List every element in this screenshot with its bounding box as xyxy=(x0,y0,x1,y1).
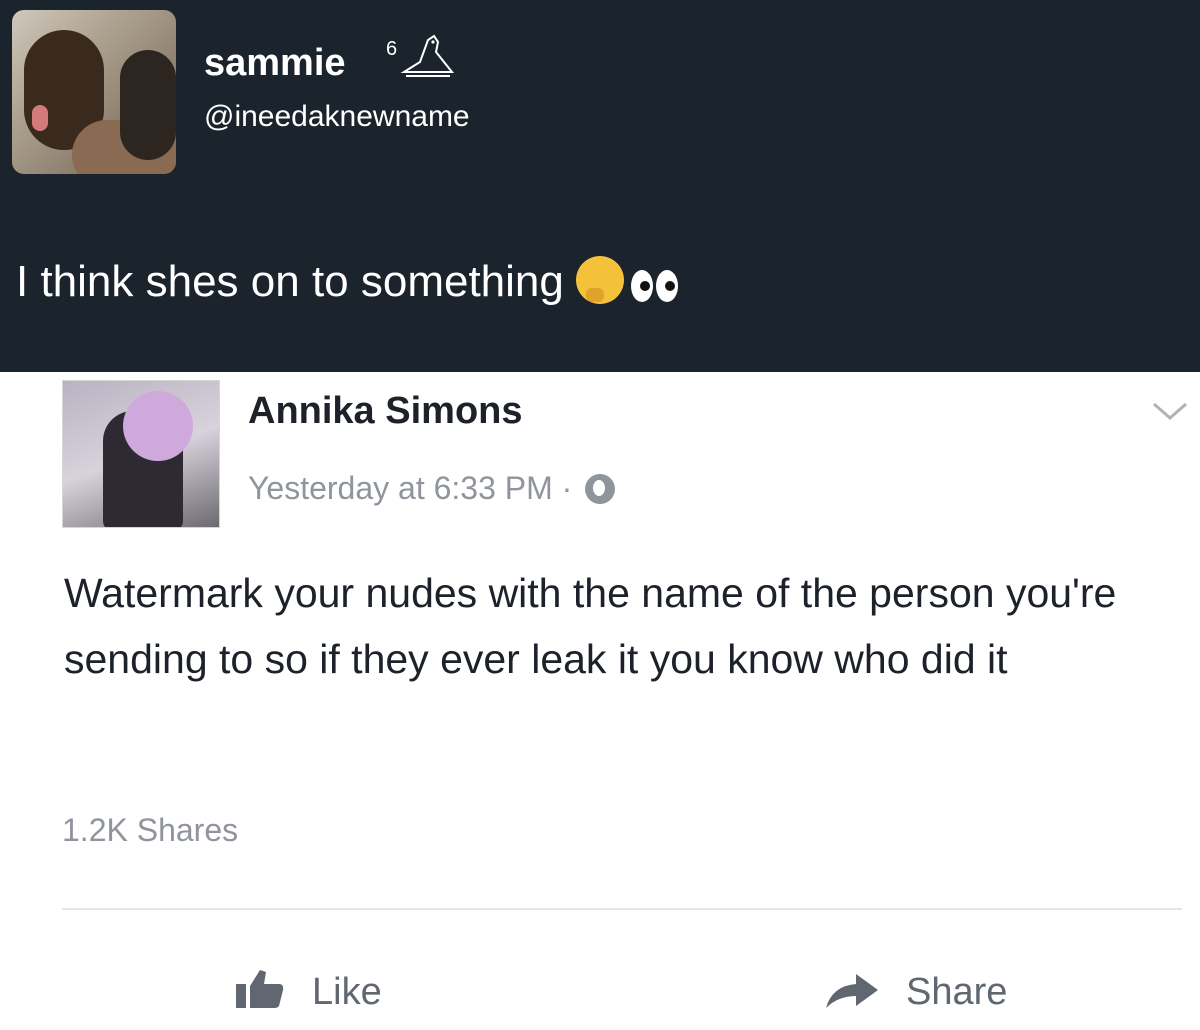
tweet-card: sammie 6 @ineedaknewname I think shes on… xyxy=(0,0,1200,372)
tweet-text-content: I think shes on to something xyxy=(16,257,564,306)
post-timestamp-text[interactable]: Yesterday at 6:33 PM · xyxy=(248,470,572,506)
chevron-down-icon[interactable] xyxy=(1150,396,1190,426)
facebook-post-card: Annika Simons Yesterday at 6:33 PM · Wat… xyxy=(0,372,1200,1030)
share-count[interactable]: 1.2K Shares xyxy=(62,812,238,849)
share-button[interactable]: Share xyxy=(824,968,1007,1014)
tweet-handle[interactable]: @ineedaknewname xyxy=(204,100,470,134)
owl-icon xyxy=(400,34,455,77)
eyes-icon xyxy=(628,263,678,313)
share-label: Share xyxy=(906,971,1008,1013)
share-arrow-icon xyxy=(826,974,878,1008)
like-label: Like xyxy=(312,971,382,1013)
tweet-text: I think shes on to something xyxy=(16,256,678,313)
post-author-name[interactable]: Annika Simons xyxy=(248,390,523,433)
tweet-avatar[interactable] xyxy=(12,10,176,174)
divider xyxy=(62,908,1182,910)
post-author-avatar[interactable] xyxy=(62,380,220,528)
thinking-face-icon xyxy=(575,256,624,304)
post-body: Watermark your nudes with the name of th… xyxy=(64,570,1117,682)
globe-icon xyxy=(585,474,616,504)
post-timestamp: Yesterday at 6:33 PM · xyxy=(248,470,616,507)
thumbs-up-icon xyxy=(236,970,284,1008)
like-button[interactable]: Like xyxy=(234,968,382,1014)
tweet-display-name[interactable]: sammie xyxy=(204,42,346,85)
tweet-badge: 6 xyxy=(386,38,398,60)
